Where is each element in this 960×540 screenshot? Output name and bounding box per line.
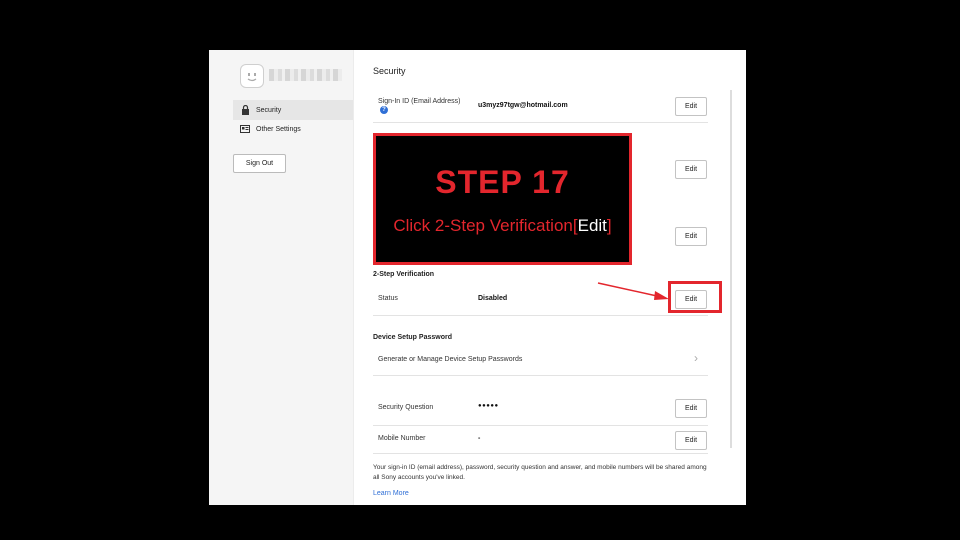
arrow-icon [597,282,669,300]
